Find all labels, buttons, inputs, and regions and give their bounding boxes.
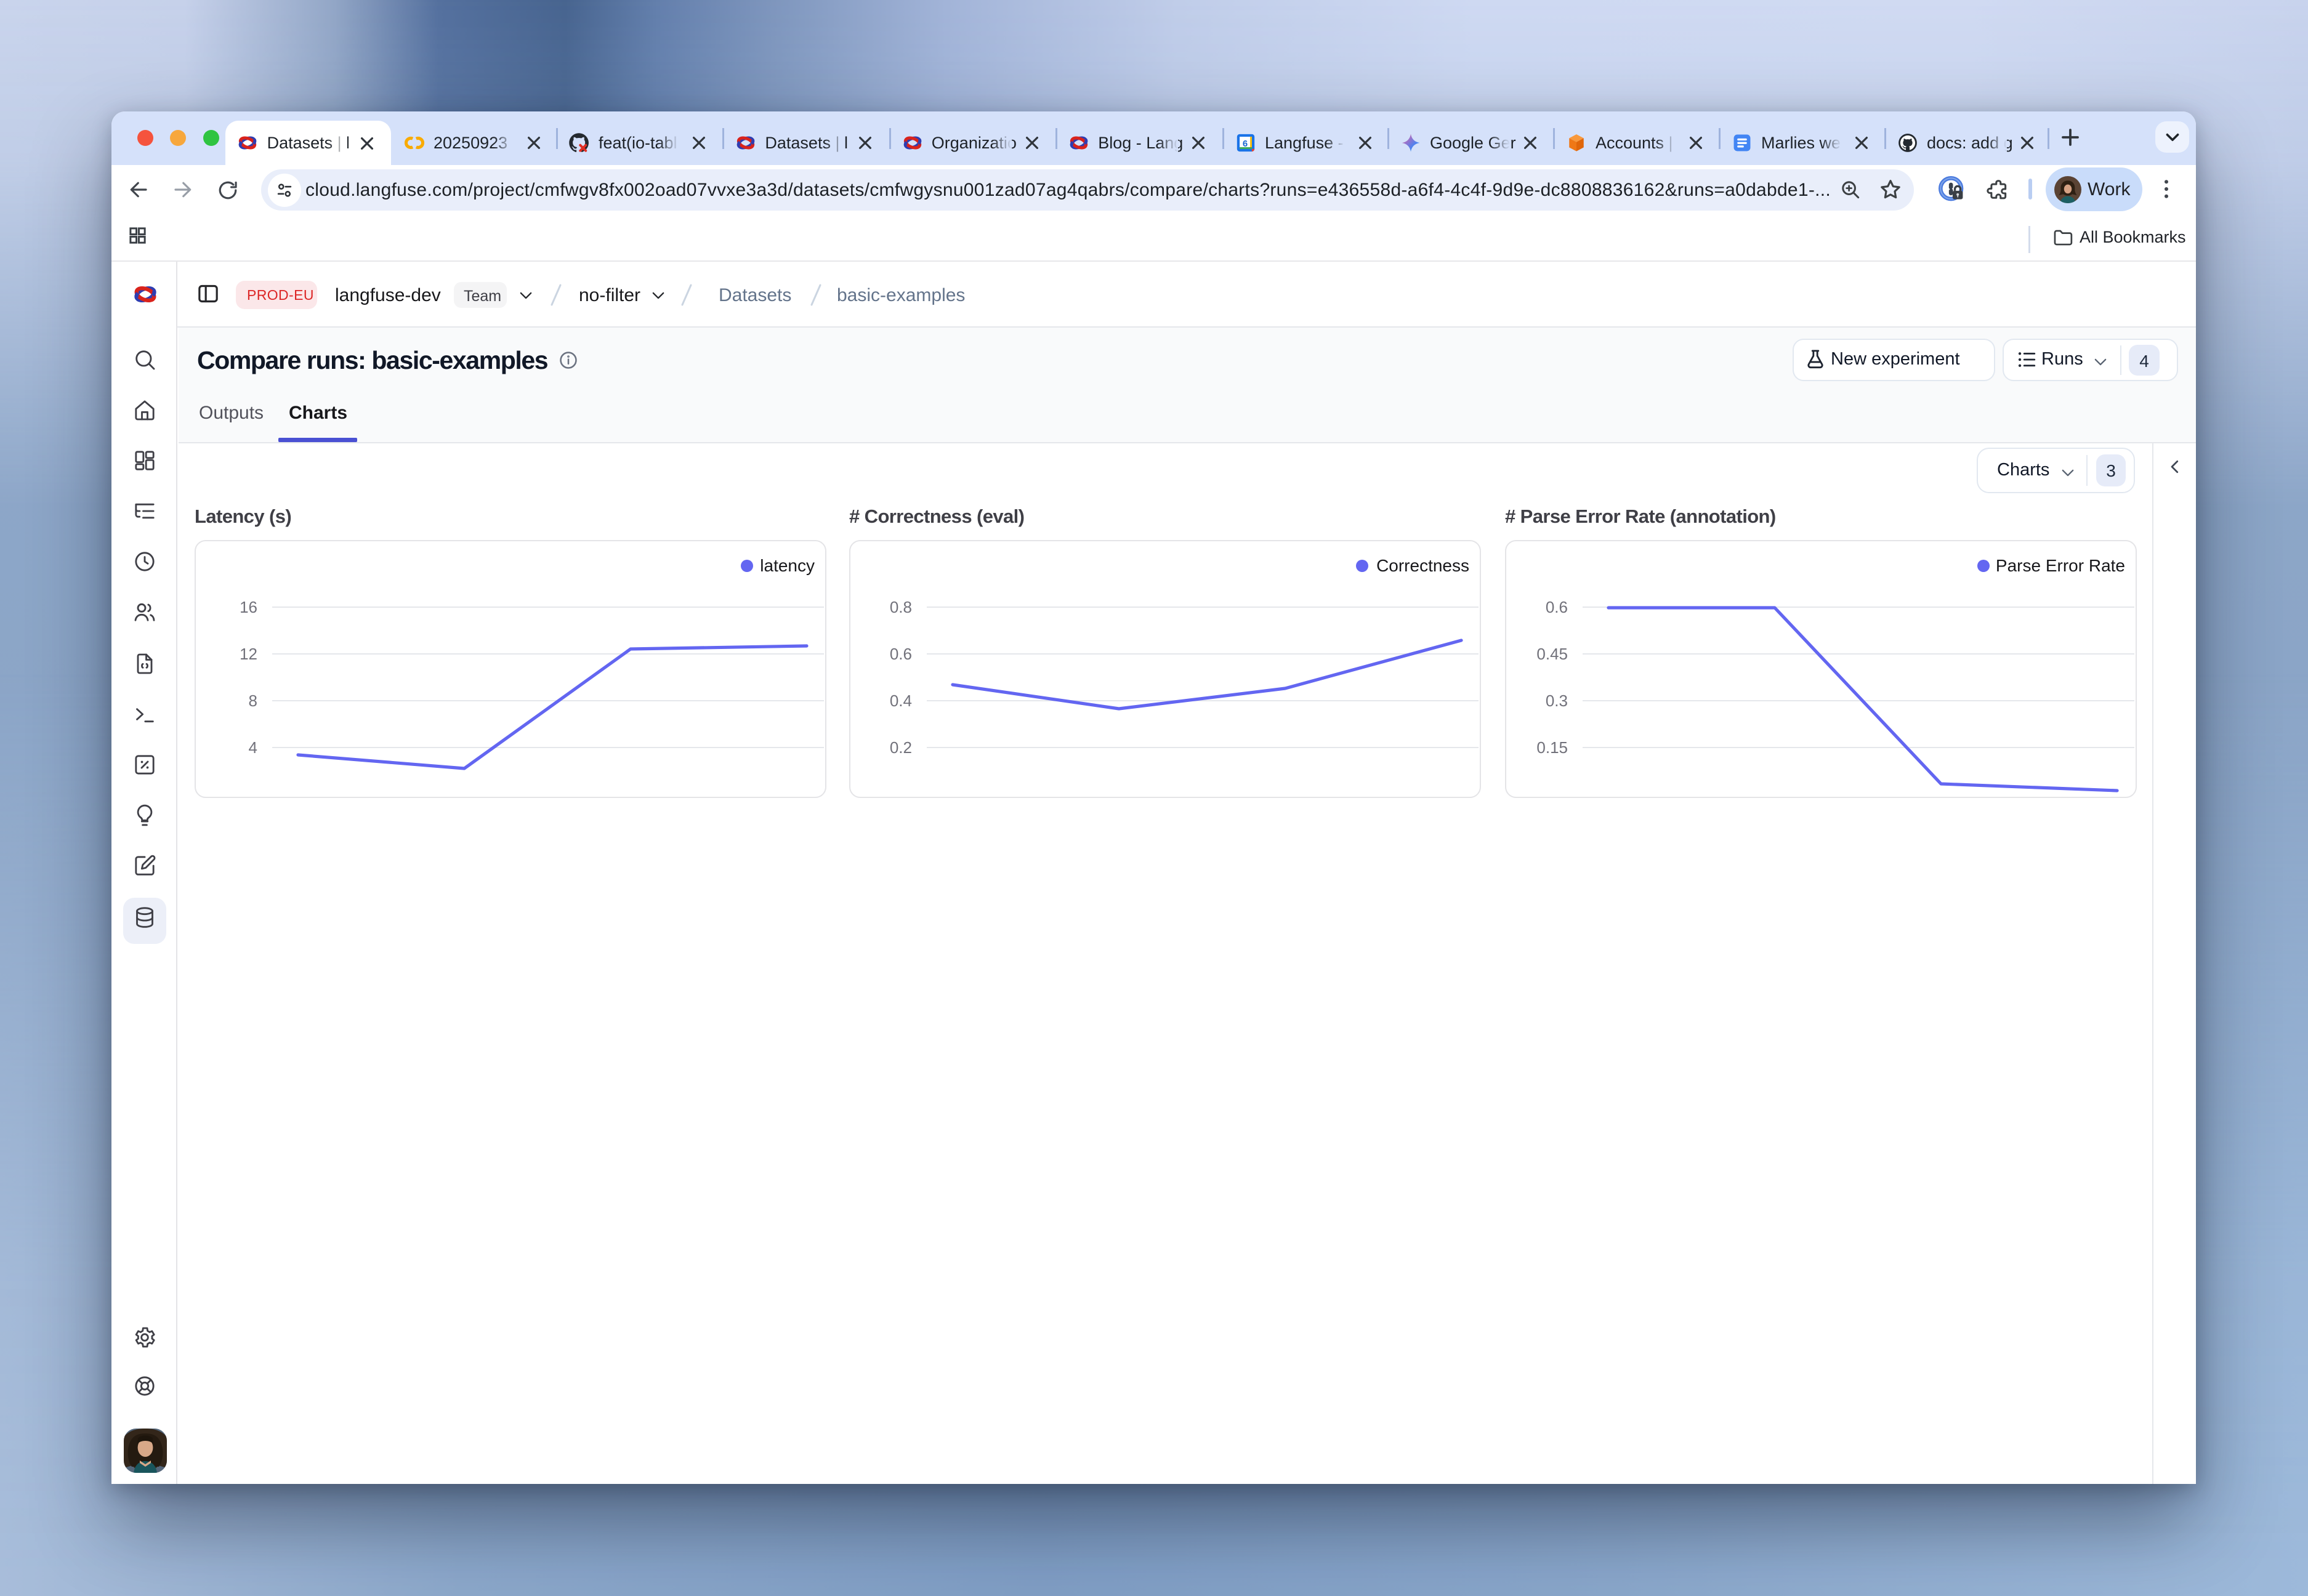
svg-text:Correctness: Correctness (1376, 556, 1469, 575)
svg-text:0.6: 0.6 (890, 645, 912, 663)
svg-text:0.2: 0.2 (890, 738, 912, 757)
svg-text:8: 8 (249, 691, 257, 710)
svg-text:16: 16 (240, 598, 257, 616)
svg-text:latency: latency (760, 556, 815, 575)
svg-text:6: 6 (1243, 139, 1248, 149)
svg-text:12: 12 (240, 645, 257, 663)
svg-text:0.3: 0.3 (1546, 691, 1568, 710)
svg-text:4: 4 (249, 738, 257, 757)
svg-text:0.45: 0.45 (1536, 645, 1568, 663)
svg-text:Parse Error Rate: Parse Error Rate (1996, 556, 2125, 575)
svg-text:0.4: 0.4 (890, 691, 912, 710)
svg-text:0.8: 0.8 (890, 598, 912, 616)
svg-text:0.6: 0.6 (1546, 598, 1568, 616)
svg-text:0.15: 0.15 (1536, 738, 1568, 757)
